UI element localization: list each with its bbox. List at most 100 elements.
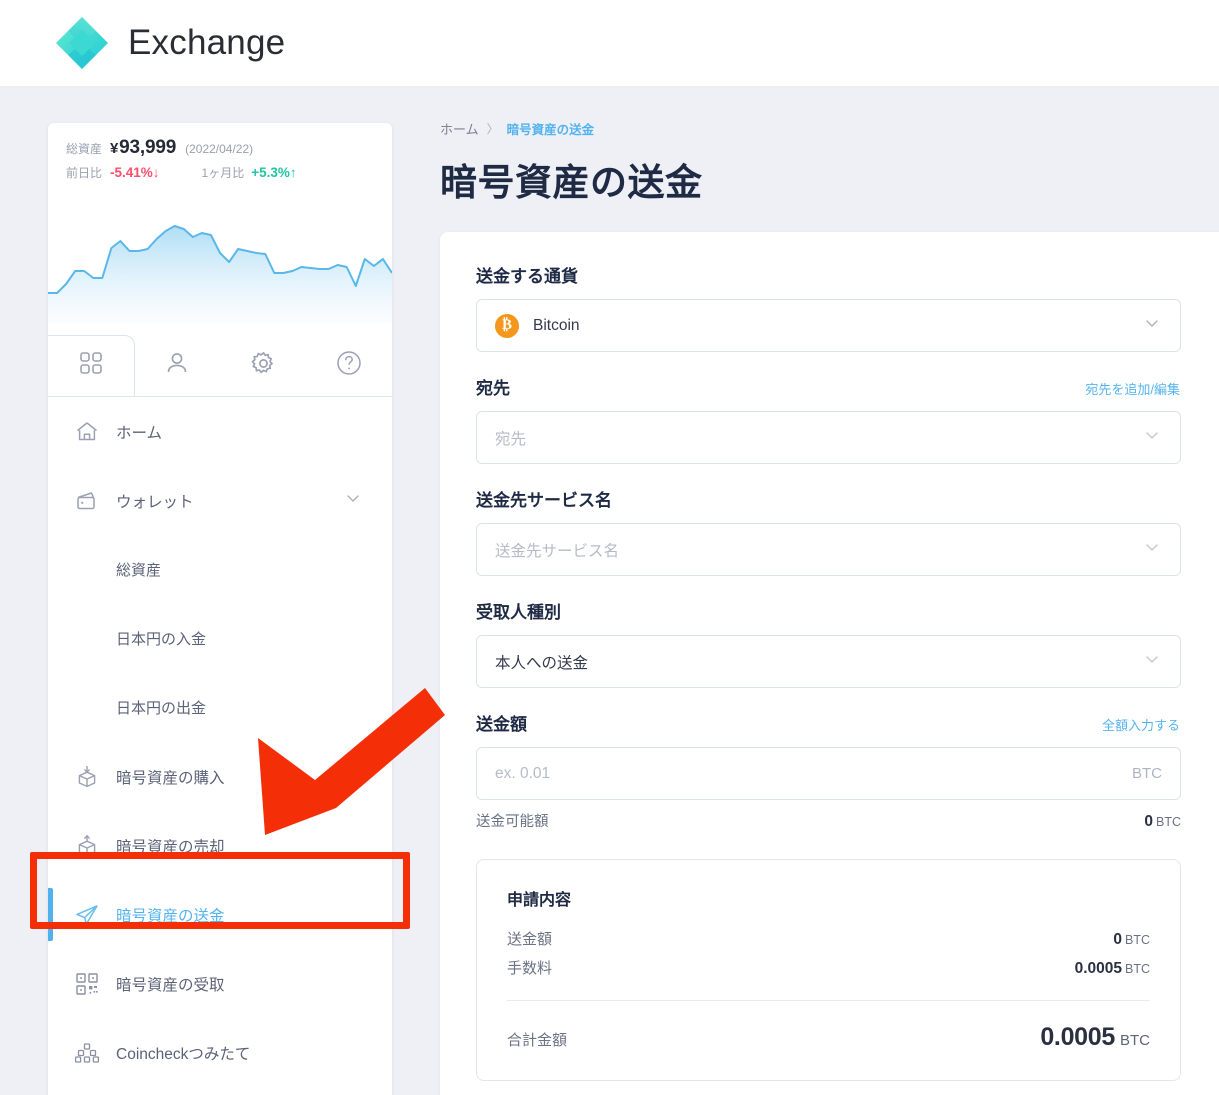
prev-day-label: 前日比 xyxy=(66,166,103,180)
asset-date: (2022/04/22) xyxy=(185,142,254,156)
field-currency: 送金する通貨 ₿ Bitcoin xyxy=(476,262,1181,352)
total-asset-value: ¥93,999 xyxy=(110,137,176,159)
sidebar-item-label: 日本円の出金 xyxy=(116,700,207,717)
currency-select[interactable]: ₿ Bitcoin xyxy=(476,299,1181,352)
tab-help[interactable] xyxy=(306,335,392,396)
currency-value: Bitcoin xyxy=(533,316,580,334)
recipient-type-value: 本人への送金 xyxy=(495,654,589,672)
breadcrumb-current: 暗号資産の送金 xyxy=(506,123,595,137)
sidebar-item-label: 日本円の入金 xyxy=(116,631,207,648)
available-amount-unit: BTC xyxy=(1156,815,1181,829)
service-placeholder: 送金先サービス名 xyxy=(495,542,620,560)
brand-logo[interactable]: Exchange xyxy=(52,13,285,73)
breadcrumb-home[interactable]: ホーム xyxy=(440,119,479,138)
asset-summary: 総資産 ¥93,999 (2022/04/22) 前日比 -5.41%↓ 1ヶ月… xyxy=(48,123,392,181)
field-service: 送金先サービス名 送金先サービス名 xyxy=(476,486,1181,576)
summary-row-fee: 手数料 0.0005 BTC xyxy=(507,957,1150,978)
application-summary-box: 申請内容 送金額 0 BTC 手数料 0.0005 BTC 合計金額 0.0005 B… xyxy=(476,859,1181,1081)
field-amount: 送金額 全額入力する ex. 0.01 BTC 送金可能額 0 BTC xyxy=(476,710,1181,831)
destination-select[interactable]: 宛先 xyxy=(476,411,1181,464)
prev-day-change: -5.41%↓ xyxy=(110,165,160,180)
summary-divider xyxy=(507,1000,1150,1001)
sidebar-item-label: 暗号資産の受取 xyxy=(116,976,225,994)
sidebar-item-label: 暗号資産の購入 xyxy=(116,769,225,787)
total-asset-label: 総資産 xyxy=(66,142,103,156)
sidebar-item-total-assets[interactable]: 総資産 xyxy=(48,535,392,604)
destination-placeholder: 宛先 xyxy=(495,430,527,448)
sidebar-tabs xyxy=(48,335,392,397)
summary-total-unit: BTC xyxy=(1120,1032,1150,1049)
sidebar-item-jpy-withdraw[interactable]: 日本円の出金 xyxy=(48,673,392,742)
sidebar-item-sell-crypto[interactable]: 暗号資産の売却 xyxy=(48,811,392,880)
summary-row-label: 手数料 xyxy=(507,960,553,977)
chevron-down-icon xyxy=(1142,537,1162,562)
sidebar: 総資産 ¥93,999 (2022/04/22) 前日比 -5.41%↓ 1ヶ月… xyxy=(48,123,392,1095)
sidebar-item-label: Coincheckつみたて xyxy=(116,1045,251,1063)
field-head: 宛先 宛先を追加/編集 xyxy=(476,374,1181,399)
sidebar-item-coincheck-tsumitate[interactable]: Coincheckつみたて xyxy=(48,1018,392,1087)
recipient-type-select[interactable]: 本人への送金 xyxy=(476,635,1181,688)
available-amount-label: 送金可能額 xyxy=(476,814,549,830)
amount-placeholder: ex. 0.01 xyxy=(495,764,551,782)
breadcrumb: ホーム 〉 暗号資産の送金 xyxy=(440,119,1219,138)
summary-total-value: 0.0005 BTC xyxy=(1040,1023,1150,1052)
wallet-icon xyxy=(72,486,102,516)
box-up-icon xyxy=(72,831,102,861)
month-label: 1ヶ月比 xyxy=(201,166,245,180)
sidebar-item-home[interactable]: ホーム xyxy=(48,397,392,466)
amount-unit: BTC xyxy=(1132,765,1162,782)
chevron-down-icon xyxy=(1142,649,1162,674)
service-select[interactable]: 送金先サービス名 xyxy=(476,523,1181,576)
chevron-down-icon[interactable] xyxy=(344,489,362,512)
sidebar-item-buy-crypto[interactable]: 暗号資産の購入 xyxy=(48,742,392,811)
sidebar-item-receive-crypto[interactable]: 暗号資産の受取 xyxy=(48,949,392,1018)
month-change: +5.3%↑ xyxy=(251,165,297,180)
field-head: 受取人種別 xyxy=(476,598,1181,623)
sidebar-item-jpy-deposit[interactable]: 日本円の入金 xyxy=(48,604,392,673)
available-amount-value: 0 BTC xyxy=(1144,813,1181,831)
available-amount-number: 0 xyxy=(1144,813,1153,830)
field-head: 送金する通貨 xyxy=(476,262,1181,287)
tab-account[interactable] xyxy=(134,335,220,396)
summary-row-value: 0.0005 BTC xyxy=(1075,960,1150,978)
home-icon xyxy=(72,417,102,447)
summary-total-row: 合計金額 0.0005 BTC xyxy=(507,1023,1150,1052)
summary-row-unit: BTC xyxy=(1125,933,1150,947)
field-label: 送金額 xyxy=(476,715,527,734)
field-label: 受取人種別 xyxy=(476,603,561,622)
tab-dashboard[interactable] xyxy=(48,335,135,397)
field-label: 送金先サービス名 xyxy=(476,491,612,510)
summary-total-label: 合計金額 xyxy=(507,1032,568,1049)
brand-name: Exchange xyxy=(128,23,286,62)
total-asset-row: 総資産 ¥93,999 (2022/04/22) xyxy=(66,137,374,159)
sidebar-item-label: ウォレット xyxy=(116,493,194,511)
field-head: 送金先サービス名 xyxy=(476,486,1181,511)
sidebar-item-label: ホーム xyxy=(116,424,163,442)
field-label: 送金する通貨 xyxy=(476,267,578,286)
amount-input[interactable]: ex. 0.01 BTC xyxy=(476,747,1181,800)
yen-symbol: ¥ xyxy=(110,140,119,157)
squares-pyramid-icon xyxy=(72,1038,102,1068)
app-header: Exchange xyxy=(0,0,1219,86)
sidebar-item-label: 総資産 xyxy=(116,562,162,579)
person-icon xyxy=(164,350,190,381)
page-body: 総資産 ¥93,999 (2022/04/22) 前日比 -5.41%↓ 1ヶ月… xyxy=(0,86,1219,1095)
sidebar-item-label: 暗号資産の送金 xyxy=(116,907,225,925)
chevron-down-icon xyxy=(1142,313,1162,338)
sidebar-nav: ホーム ウォレット 総資産 日本円の入金 日本円の出金 暗号資産の購入 暗号資産… xyxy=(48,397,392,1087)
field-destination: 宛先 宛先を追加/編集 宛先 xyxy=(476,374,1181,464)
fill-max-amount-link[interactable]: 全額入力する xyxy=(1102,715,1180,734)
bitcoin-icon: ₿ xyxy=(495,313,519,338)
add-edit-destination-link[interactable]: 宛先を追加/編集 xyxy=(1085,379,1180,398)
field-recipient-type: 受取人種別 本人への送金 xyxy=(476,598,1181,688)
sidebar-item-wallet[interactable]: ウォレット xyxy=(48,466,392,535)
total-asset-number: 93,999 xyxy=(119,137,177,158)
page-title: 暗号資産の送金 xyxy=(440,162,703,203)
summary-row-number: 0.0005 xyxy=(1074,960,1122,977)
breadcrumb-separator: 〉 xyxy=(486,122,499,136)
sidebar-item-send-crypto[interactable]: 暗号資産の送金 xyxy=(48,880,392,949)
question-circle-icon xyxy=(335,349,363,382)
tab-settings[interactable] xyxy=(220,335,306,396)
summary-row-unit: BTC xyxy=(1125,962,1150,976)
paper-plane-icon xyxy=(72,900,102,930)
